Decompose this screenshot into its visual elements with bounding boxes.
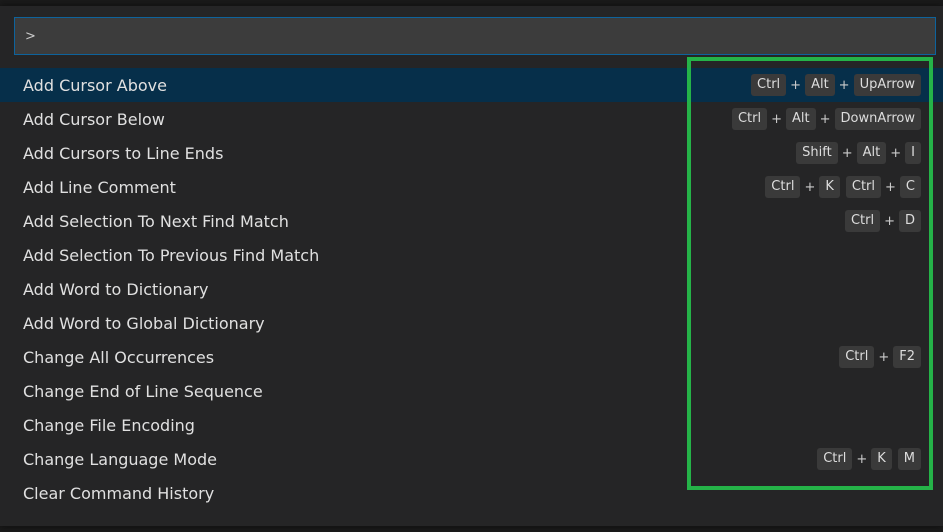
keybinding: Ctrl + Alt + DownArrow (731, 108, 921, 130)
key-plus: + (890, 145, 902, 161)
key-cap: Ctrl (731, 108, 768, 130)
key-plus: + (804, 179, 816, 195)
command-label: Clear Command History (23, 483, 215, 503)
command-label: Add Cursor Below (23, 109, 165, 129)
command-item[interactable]: Add Cursor Above Ctrl + Alt + UpArrow (0, 68, 943, 102)
command-item[interactable]: Add Selection To Next Find Match Ctrl + D (0, 204, 943, 238)
command-item[interactable]: Change Language Mode Ctrl + K M (0, 442, 943, 476)
command-item[interactable]: Add Cursors to Line Ends Shift + Alt + I (0, 136, 943, 170)
key-cap: Ctrl (844, 210, 881, 232)
key-cap: Ctrl (845, 176, 882, 198)
command-label: Change End of Line Sequence (23, 381, 263, 401)
key-plus: + (771, 111, 782, 127)
screen: Add Cursor AboveCtrl+Alt+UpArrowAdd Curs… (0, 0, 943, 532)
key-cap: Alt (785, 108, 816, 130)
command-label: Add Selection To Previous Find Match (23, 245, 320, 265)
command-item[interactable]: Change File Encoding (0, 408, 943, 442)
command-label: Change All Occurrences (23, 347, 215, 367)
command-label: Add Word to Global Dictionary (23, 313, 265, 333)
key-cap: M (897, 448, 921, 470)
keybinding: Ctrl + D (844, 210, 921, 232)
key-cap: C (899, 176, 921, 198)
command-label: Add Selection To Next Find Match (23, 211, 289, 231)
keybinding: Ctrl + K M (817, 448, 921, 470)
command-label: Add Word to Dictionary (23, 279, 209, 299)
keybinding: Ctrl + F2 (839, 346, 921, 368)
key-plus: + (790, 77, 802, 93)
key-cap: Ctrl (765, 176, 801, 198)
command-item[interactable]: Clear Command History (0, 476, 943, 510)
command-label: Add Line Comment (23, 177, 176, 197)
key-plus: + (856, 451, 868, 467)
command-label: Add Cursor Above (23, 75, 167, 95)
key-cap: Alt (805, 74, 835, 96)
command-item[interactable]: Add Word to Global Dictionary (0, 306, 943, 340)
key-cap: DownArrow (834, 108, 921, 130)
key-cap: Ctrl (817, 448, 853, 470)
key-cap: Shift (796, 142, 838, 164)
key-plus: + (885, 179, 896, 195)
key-cap: Ctrl (751, 74, 787, 96)
key-cap: Alt (856, 142, 887, 164)
key-cap: UpArrow (853, 74, 921, 96)
command-item[interactable]: Change All Occurrences Ctrl + F2 (0, 340, 943, 374)
keybinding: Ctrl + K Ctrl + C (765, 176, 921, 198)
key-plus: + (884, 213, 895, 229)
keybinding: Ctrl + Alt + UpArrow (751, 74, 921, 96)
command-list: Add Cursor Above Ctrl + Alt + UpArrow Add Curs… (0, 68, 943, 510)
keybinding: Shift + Alt + I (796, 142, 921, 164)
key-plus: + (838, 77, 850, 93)
command-item[interactable]: Add Cursor Below Ctrl + Alt + DownArrow (0, 102, 943, 136)
key-cap: F2 (893, 346, 921, 368)
command-item[interactable]: Add Selection To Previous Find Match (0, 238, 943, 272)
command-label: Change Language Mode (23, 449, 217, 469)
command-palette: Add Cursor AboveCtrl+Alt+UpArrowAdd Curs… (0, 6, 943, 526)
key-plus: + (819, 111, 831, 127)
command-item[interactable]: Add Word to Dictionary (0, 272, 943, 306)
key-cap: Ctrl (839, 346, 875, 368)
key-cap: D (898, 210, 921, 232)
key-plus: + (841, 145, 853, 161)
command-label: Change File Encoding (23, 415, 195, 435)
command-label: Add Cursors to Line Ends (23, 143, 224, 163)
command-item[interactable]: Add Line Comment Ctrl + K Ctrl + C (0, 170, 943, 204)
command-input[interactable] (15, 18, 935, 54)
key-cap: K (819, 176, 840, 198)
key-plus: + (878, 349, 890, 365)
command-input-container[interactable] (14, 17, 936, 55)
key-cap: I (905, 142, 921, 164)
key-cap: K (871, 448, 892, 470)
command-item[interactable]: Change End of Line Sequence (0, 374, 943, 408)
